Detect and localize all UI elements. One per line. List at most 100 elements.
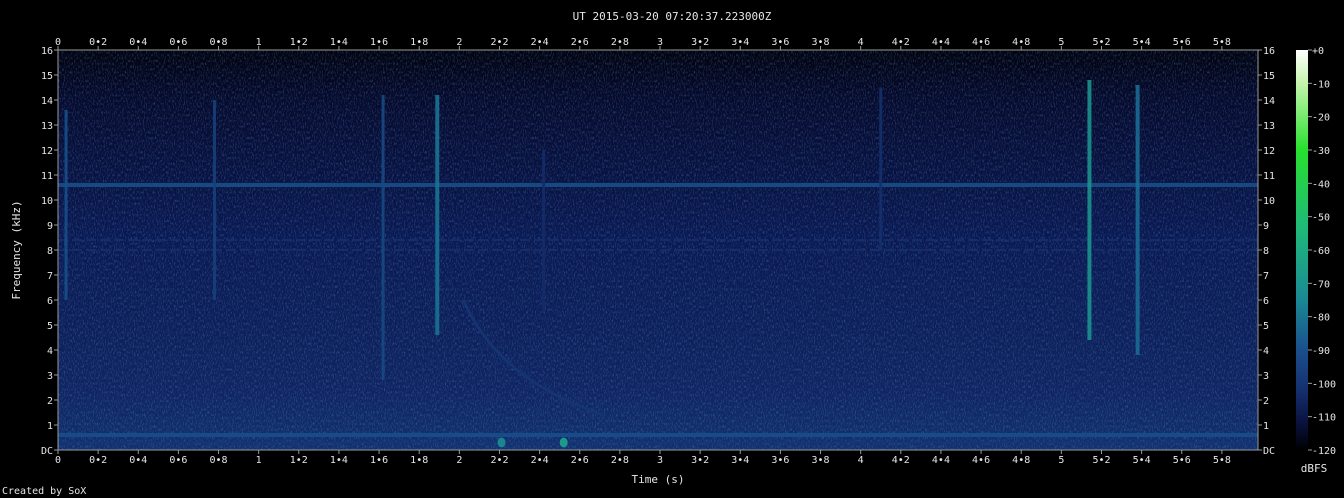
x-tick-label-bottom-19: 3•8 bbox=[812, 455, 830, 466]
bright-spot-0 bbox=[497, 437, 506, 448]
x-tick-label-bottom-27: 5•4 bbox=[1133, 455, 1151, 466]
y-tick-label-left-7: 7 bbox=[47, 271, 53, 282]
x-tick-label-top-8: 1•6 bbox=[370, 37, 388, 48]
y-tick-label-right-9: 9 bbox=[1263, 221, 1269, 232]
y-tick-label-left-4: 4 bbox=[47, 346, 53, 357]
x-tick-label-top-17: 3•4 bbox=[731, 37, 749, 48]
colorbar-tick-label-9: -90 bbox=[1312, 346, 1330, 357]
colorbar-tick-label-4: -40 bbox=[1312, 179, 1330, 190]
y-tick-label-left-12: 12 bbox=[41, 146, 53, 157]
x-tick-label-top-22: 4•4 bbox=[932, 37, 950, 48]
x-tick-label-top-24: 4•8 bbox=[1012, 37, 1030, 48]
x-tick-label-bottom-14: 2•8 bbox=[611, 455, 629, 466]
x-tick-label-bottom-21: 4•2 bbox=[892, 455, 910, 466]
colorbar-tick-label-11: -110 bbox=[1312, 413, 1336, 424]
x-tick-label-top-16: 3•2 bbox=[691, 37, 709, 48]
x-tick-label-top-28: 5•6 bbox=[1173, 37, 1191, 48]
y-tick-label-right-15: 15 bbox=[1263, 71, 1275, 82]
x-tick-label-top-13: 2•6 bbox=[571, 37, 589, 48]
x-tick-label-top-10: 2 bbox=[456, 37, 462, 48]
bright-spot-1 bbox=[559, 437, 568, 448]
chart-title: UT 2015-03-20 07:20:37.223000Z bbox=[573, 10, 772, 23]
x-tick-label-bottom-9: 1•8 bbox=[410, 455, 428, 466]
y-tick-label-left-15: 15 bbox=[41, 71, 53, 82]
x-tick-label-top-26: 5•2 bbox=[1092, 37, 1110, 48]
colorbar-tick-label-5: -50 bbox=[1312, 213, 1330, 224]
x-tick-label-bottom-4: 0•8 bbox=[210, 455, 228, 466]
y-tick-label-left-13: 13 bbox=[41, 121, 53, 132]
y-tick-label-left-8: 8 bbox=[47, 246, 53, 257]
x-tick-label-bottom-26: 5•2 bbox=[1092, 455, 1110, 466]
x-tick-label-bottom-17: 3•4 bbox=[731, 455, 749, 466]
colorbar-tick-label-0: +0 bbox=[1312, 46, 1324, 57]
spectrogram-figure: UT 2015-03-20 07:20:37.223000Z 0 0•2 0•4 0•… bbox=[2, 10, 1336, 497]
x-tick-label-top-15: 3 bbox=[657, 37, 663, 48]
y-axis-left: DC12345678910111213141516 bbox=[41, 46, 58, 457]
y-tick-label-right-5: 5 bbox=[1263, 321, 1269, 332]
x-tick-label-top-0: 0 bbox=[55, 37, 61, 48]
noise-texture bbox=[58, 50, 1258, 450]
x-tick-label-top-4: 0•8 bbox=[210, 37, 228, 48]
colorbar-tick-label-1: -10 bbox=[1312, 79, 1330, 90]
x-tick-label-bottom-23: 4•6 bbox=[972, 455, 990, 466]
x-axis-top: 0 0•2 0•4 0•6 0•8 1 1•2 1•4 1•6 1•8 2 2•2 2•4 2•6 2•8 3… bbox=[55, 37, 1231, 50]
x-tick-label-top-29: 5•8 bbox=[1213, 37, 1231, 48]
x-axis-label: Time (s) bbox=[632, 473, 685, 486]
x-tick-label-top-7: 1•4 bbox=[330, 37, 348, 48]
x-tick-label-bottom-0: 0 bbox=[55, 455, 61, 466]
y-tick-label-right-3: 3 bbox=[1263, 371, 1269, 382]
y-tick-label-left-9: 9 bbox=[47, 221, 53, 232]
x-tick-label-bottom-15: 3 bbox=[657, 455, 663, 466]
x-tick-label-bottom-8: 1•6 bbox=[370, 455, 388, 466]
x-tick-label-top-5: 1 bbox=[256, 37, 262, 48]
x-tick-label-bottom-16: 3•2 bbox=[691, 455, 709, 466]
x-tick-label-bottom-5: 1 bbox=[256, 455, 262, 466]
colorbar-tick-label-7: -70 bbox=[1312, 279, 1330, 290]
x-tick-label-bottom-11: 2•2 bbox=[490, 455, 508, 466]
credit-text: Created by SoX bbox=[2, 486, 86, 497]
y-tick-label-right-12: 12 bbox=[1263, 146, 1275, 157]
y-tick-label-left-11: 11 bbox=[41, 171, 53, 182]
x-tick-label-bottom-24: 4•8 bbox=[1012, 455, 1030, 466]
x-tick-label-top-1: 0•2 bbox=[89, 37, 107, 48]
y-tick-label-right-16: 16 bbox=[1263, 46, 1275, 57]
y-tick-label-right-14: 14 bbox=[1263, 96, 1275, 107]
y-tick-label-right-0: DC bbox=[1263, 446, 1275, 457]
x-tick-label-bottom-3: 0•6 bbox=[169, 455, 187, 466]
x-tick-label-top-18: 3•6 bbox=[771, 37, 789, 48]
x-tick-label-bottom-2: 0•4 bbox=[129, 455, 147, 466]
x-tick-label-top-9: 1•8 bbox=[410, 37, 428, 48]
x-tick-label-bottom-20: 4 bbox=[858, 455, 864, 466]
y-tick-label-left-3: 3 bbox=[47, 371, 53, 382]
y-tick-label-left-2: 2 bbox=[47, 396, 53, 407]
y-tick-label-left-10: 10 bbox=[41, 196, 53, 207]
x-tick-label-top-23: 4•6 bbox=[972, 37, 990, 48]
x-tick-label-top-19: 3•8 bbox=[812, 37, 830, 48]
x-tick-label-bottom-25: 5 bbox=[1058, 455, 1064, 466]
x-tick-label-bottom-13: 2•6 bbox=[571, 455, 589, 466]
x-tick-label-top-11: 2•2 bbox=[490, 37, 508, 48]
colorbar-tick-label-3: -30 bbox=[1312, 146, 1330, 157]
colorbar-ticks: +0 -10 -20 -30 -40 -50 -60 -70 -80 -90 -100 -110 -12… bbox=[1308, 46, 1336, 457]
x-tick-label-top-27: 5•4 bbox=[1133, 37, 1151, 48]
y-tick-label-right-7: 7 bbox=[1263, 271, 1269, 282]
colorbar-gradient bbox=[1296, 50, 1308, 450]
x-tick-label-bottom-18: 3•6 bbox=[771, 455, 789, 466]
x-tick-label-bottom-1: 0•2 bbox=[89, 455, 107, 466]
y-tick-label-right-10: 10 bbox=[1263, 196, 1275, 207]
x-tick-label-bottom-22: 4•4 bbox=[932, 455, 950, 466]
y-tick-label-right-13: 13 bbox=[1263, 121, 1275, 132]
colorbar: +0 -10 -20 -30 -40 -50 -60 -70 -80 -90 -100 -110 -12… bbox=[1296, 46, 1336, 475]
x-tick-label-top-14: 2•8 bbox=[611, 37, 629, 48]
x-tick-label-bottom-10: 2 bbox=[456, 455, 462, 466]
x-tick-label-top-6: 1•2 bbox=[290, 37, 308, 48]
y-axis-label: Frequency (kHz) bbox=[10, 200, 23, 299]
y-tick-label-right-11: 11 bbox=[1263, 171, 1275, 182]
x-tick-label-top-12: 2•4 bbox=[531, 37, 549, 48]
y-tick-label-left-14: 14 bbox=[41, 96, 53, 107]
y-tick-label-left-16: 16 bbox=[41, 46, 53, 57]
colorbar-label: dBFS bbox=[1301, 462, 1328, 475]
x-tick-label-top-2: 0•4 bbox=[129, 37, 147, 48]
x-tick-label-top-20: 4 bbox=[858, 37, 864, 48]
x-tick-label-bottom-29: 5•8 bbox=[1213, 455, 1231, 466]
